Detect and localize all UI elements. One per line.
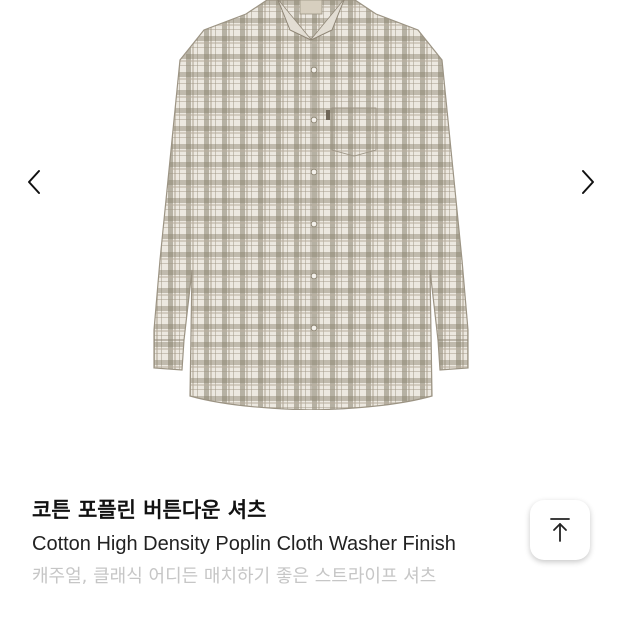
scroll-to-top-button[interactable]	[530, 500, 590, 560]
product-detail-screen: 코튼 포플린 버튼다운 셔츠 Cotton High Density Popli…	[0, 0, 620, 620]
chevron-right-icon	[582, 170, 594, 194]
product-info: 코튼 포플린 버튼다운 셔츠 Cotton High Density Popli…	[32, 494, 512, 591]
product-description: 캐주얼, 클래식 어디든 매치하기 좋은 스트라이프 셔츠	[32, 566, 437, 587]
chevron-left-icon	[28, 170, 40, 194]
product-title-korean: 코튼 포플린 버튼다운 셔츠	[32, 498, 267, 522]
product-title-english: Cotton High Density Poplin Cloth Washer …	[32, 533, 456, 555]
previous-image-button[interactable]	[16, 160, 52, 204]
product-image	[153, 0, 469, 410]
arrow-up-to-top-icon	[550, 518, 570, 542]
product-image-gallery[interactable]	[0, 0, 620, 470]
next-image-button[interactable]	[570, 160, 606, 204]
